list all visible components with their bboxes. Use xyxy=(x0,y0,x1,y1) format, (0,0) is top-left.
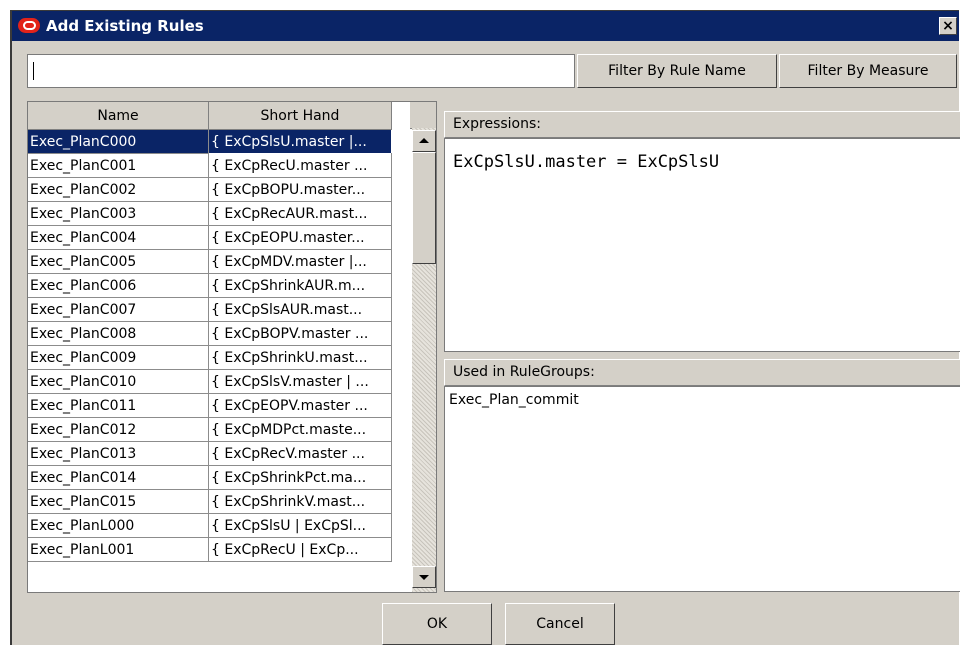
rule-name-cell[interactable]: Exec_PlanC004 xyxy=(28,225,209,250)
short-hand-cell[interactable]: { ExCpSlsU | ExCpSl... xyxy=(208,513,392,538)
title-bar: Add Existing Rules × xyxy=(12,11,959,41)
short-hand-cell[interactable]: { ExCpEOPU.master... xyxy=(208,225,392,250)
arrow-down-icon xyxy=(419,575,429,580)
arrow-up-icon xyxy=(419,138,429,143)
rule-name-cell[interactable]: Exec_PlanC005 xyxy=(28,249,209,274)
table-row[interactable]: Exec_PlanL000{ ExCpSlsU | ExCpSl... xyxy=(28,513,392,538)
used-in-rulegroups-header: Used in RuleGroups: xyxy=(444,359,960,386)
rule-name-cell[interactable]: Exec_PlanC002 xyxy=(28,177,209,202)
vertical-scrollbar[interactable] xyxy=(412,128,436,592)
table-row[interactable]: Exec_PlanC014{ ExCpShrinkPct.ma... xyxy=(28,465,392,490)
rulegroup-item: Exec_Plan_commit xyxy=(449,392,579,408)
table-row[interactable]: Exec_PlanC011{ ExCpEOPV.master ... xyxy=(28,393,392,418)
filter-input[interactable] xyxy=(27,54,575,88)
window-title: Add Existing Rules xyxy=(46,17,204,35)
table-row[interactable]: Exec_PlanC001{ ExCpRecU.master ... xyxy=(28,153,392,178)
short-hand-cell[interactable]: { ExCpBOPU.master... xyxy=(208,177,392,202)
short-hand-cell[interactable]: { ExCpSlsV.master | ... xyxy=(208,369,392,394)
table-row[interactable]: Exec_PlanC015{ ExCpShrinkV.mast... xyxy=(28,489,392,514)
rule-name-cell[interactable]: Exec_PlanC011 xyxy=(28,393,209,418)
scroll-thumb[interactable] xyxy=(412,152,436,264)
column-header-name[interactable]: Name xyxy=(28,102,209,130)
scroll-up-button[interactable] xyxy=(412,130,436,152)
table-row[interactable]: Exec_PlanC004{ ExCpEOPU.master... xyxy=(28,225,392,250)
rule-name-cell[interactable]: Exec_PlanC013 xyxy=(28,441,209,466)
ok-button[interactable]: OK xyxy=(382,603,492,645)
table-row[interactable]: Exec_PlanC013{ ExCpRecV.master ... xyxy=(28,441,392,466)
table-row[interactable]: Exec_PlanC012{ ExCpMDPct.maste... xyxy=(28,417,392,442)
rule-name-cell[interactable]: Exec_PlanC003 xyxy=(28,201,209,226)
rule-name-cell[interactable]: Exec_PlanC000 xyxy=(28,129,209,154)
table-row[interactable]: Exec_PlanC009{ ExCpShrinkU.mast... xyxy=(28,345,392,370)
filter-by-measure-button[interactable]: Filter By Measure xyxy=(779,54,957,88)
rule-name-cell[interactable]: Exec_PlanL000 xyxy=(28,513,209,538)
column-header-short-hand[interactable]: Short Hand xyxy=(208,102,392,130)
short-hand-cell[interactable]: { ExCpBOPV.master ... xyxy=(208,321,392,346)
rule-name-cell[interactable]: Exec_PlanC007 xyxy=(28,297,209,322)
expressions-header: Expressions: xyxy=(444,111,960,138)
short-hand-cell[interactable]: { ExCpMDV.master |... xyxy=(208,249,392,274)
rule-name-cell[interactable]: Exec_PlanC014 xyxy=(28,465,209,490)
rule-name-cell[interactable]: Exec_PlanC008 xyxy=(28,321,209,346)
rule-name-cell[interactable]: Exec_PlanC015 xyxy=(28,489,209,514)
short-hand-cell[interactable]: { ExCpRecU.master ... xyxy=(208,153,392,178)
short-hand-cell[interactable]: { ExCpRecV.master ... xyxy=(208,441,392,466)
cancel-button[interactable]: Cancel xyxy=(505,603,615,645)
short-hand-cell[interactable]: { ExCpShrinkPct.ma... xyxy=(208,465,392,490)
rule-name-cell[interactable]: Exec_PlanC010 xyxy=(28,369,209,394)
table-row[interactable]: Exec_PlanC005{ ExCpMDV.master |... xyxy=(28,249,392,274)
table-row[interactable]: Exec_PlanL001{ ExCpRecU | ExCp... xyxy=(28,537,392,562)
short-hand-cell[interactable]: { ExCpRecU | ExCp... xyxy=(208,537,392,562)
rule-name-cell[interactable]: Exec_PlanC001 xyxy=(28,153,209,178)
rules-grid: Name Short Hand Exec_PlanC000{ ExCpSlsU.… xyxy=(28,102,392,562)
rule-name-cell[interactable]: Exec_PlanC006 xyxy=(28,273,209,298)
rule-name-cell[interactable]: Exec_PlanC012 xyxy=(28,417,209,442)
header-corner xyxy=(410,102,436,129)
table-row[interactable]: Exec_PlanC006{ ExCpShrinkAUR.m... xyxy=(28,273,392,298)
short-hand-cell[interactable]: { ExCpSlsAUR.mast... xyxy=(208,297,392,322)
short-hand-cell[interactable]: { ExCpMDPct.maste... xyxy=(208,417,392,442)
short-hand-cell[interactable]: { ExCpShrinkV.mast... xyxy=(208,489,392,514)
rule-name-cell[interactable]: Exec_PlanC009 xyxy=(28,345,209,370)
used-in-rulegroups-panel: Exec_Plan_commit xyxy=(444,386,960,592)
expression-text: ExCpSlsU.master = ExCpSlsU xyxy=(453,152,720,172)
expressions-panel: ExCpSlsU.master = ExCpSlsU xyxy=(444,138,960,352)
short-hand-cell[interactable]: { ExCpRecAUR.mast... xyxy=(208,201,392,226)
table-row[interactable]: Exec_PlanC003{ ExCpRecAUR.mast... xyxy=(28,201,392,226)
add-existing-rules-dialog: Add Existing Rules × Filter By Rule Name… xyxy=(10,10,960,645)
scroll-down-button[interactable] xyxy=(412,566,436,588)
table-row[interactable]: Exec_PlanC000{ ExCpSlsU.master |... xyxy=(28,129,392,154)
table-row[interactable]: Exec_PlanC002{ ExCpBOPU.master... xyxy=(28,177,392,202)
table-row[interactable]: Exec_PlanC008{ ExCpBOPV.master ... xyxy=(28,321,392,346)
close-button[interactable]: × xyxy=(939,17,957,35)
rules-table: Name Short Hand Exec_PlanC000{ ExCpSlsU.… xyxy=(27,101,437,593)
table-row[interactable]: Exec_PlanC010{ ExCpSlsV.master | ... xyxy=(28,369,392,394)
rule-name-cell[interactable]: Exec_PlanL001 xyxy=(28,537,209,562)
table-row[interactable]: Exec_PlanC007{ ExCpSlsAUR.mast... xyxy=(28,297,392,322)
short-hand-cell[interactable]: { ExCpShrinkU.mast... xyxy=(208,345,392,370)
oracle-logo-icon xyxy=(18,18,40,33)
filter-by-rule-name-button[interactable]: Filter By Rule Name xyxy=(577,54,777,88)
short-hand-cell[interactable]: { ExCpSlsU.master |... xyxy=(208,129,392,154)
short-hand-cell[interactable]: { ExCpEOPV.master ... xyxy=(208,393,392,418)
text-caret xyxy=(33,62,34,80)
short-hand-cell[interactable]: { ExCpShrinkAUR.m... xyxy=(208,273,392,298)
